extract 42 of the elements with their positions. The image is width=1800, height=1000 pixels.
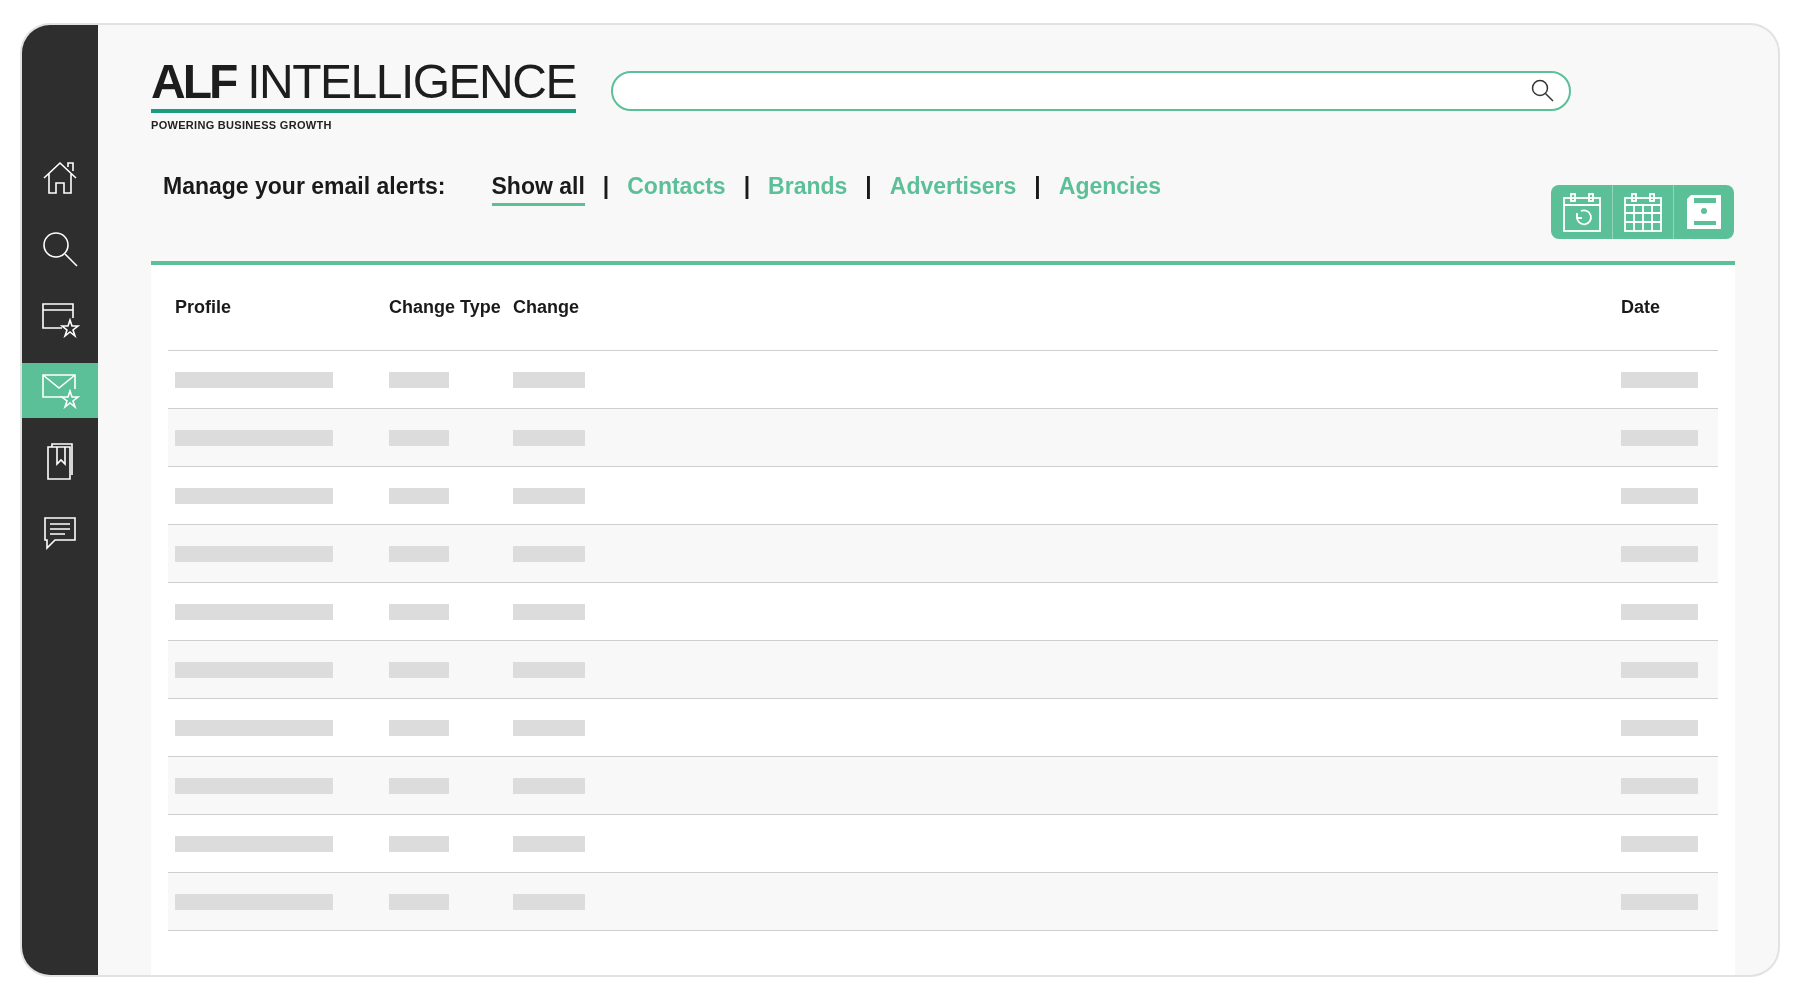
loading-placeholder xyxy=(389,893,449,910)
loading-placeholder xyxy=(389,603,449,620)
filter-tab[interactable]: Agencies xyxy=(1058,171,1162,206)
search-icon xyxy=(1531,79,1555,103)
loading-placeholder xyxy=(513,603,585,620)
loading-placeholder xyxy=(389,429,449,446)
loading-placeholder xyxy=(513,371,585,388)
loading-placeholder xyxy=(389,661,449,678)
loading-placeholder xyxy=(389,777,449,794)
loading-placeholder xyxy=(513,661,585,678)
filter-tab[interactable]: Brands xyxy=(768,171,848,206)
loading-placeholder xyxy=(513,429,585,446)
alerts-label: Manage your email alerts: xyxy=(163,172,446,201)
filter-tab[interactable]: Advertisers xyxy=(889,171,1017,206)
loading-placeholder xyxy=(513,835,585,852)
column-header: Profile xyxy=(174,297,231,318)
column-header: Change Type xyxy=(388,297,501,318)
loading-placeholder xyxy=(389,545,449,562)
loading-placeholder xyxy=(513,893,585,910)
loading-placeholder xyxy=(513,777,585,794)
column-header: Date xyxy=(1620,297,1660,318)
logo-title: ALF INTELLIGENCE xyxy=(151,57,576,113)
tab-separator: | xyxy=(865,172,872,201)
filter-tab[interactable]: Show all xyxy=(491,171,585,206)
logo-tagline: POWERING BUSINESS GROWTH xyxy=(151,119,333,131)
tab-separator: | xyxy=(743,172,751,201)
loading-placeholder xyxy=(513,545,585,562)
loading-placeholder xyxy=(389,719,449,736)
tab-separator: | xyxy=(602,172,610,201)
tab-separator: | xyxy=(1034,172,1041,201)
calendar-refresh-icon xyxy=(1561,191,1602,233)
search-field[interactable] xyxy=(611,71,1571,111)
search-icon xyxy=(41,229,79,268)
filter-tab[interactable]: Contacts xyxy=(627,171,726,206)
loading-placeholder xyxy=(513,719,585,736)
column-header: Change xyxy=(512,297,579,318)
save-icon xyxy=(1686,194,1722,230)
loading-placeholder xyxy=(389,371,449,388)
loading-placeholder xyxy=(513,487,585,504)
loading-placeholder xyxy=(389,487,449,504)
loading-placeholder xyxy=(389,835,449,852)
calendar-icon xyxy=(1623,191,1663,233)
